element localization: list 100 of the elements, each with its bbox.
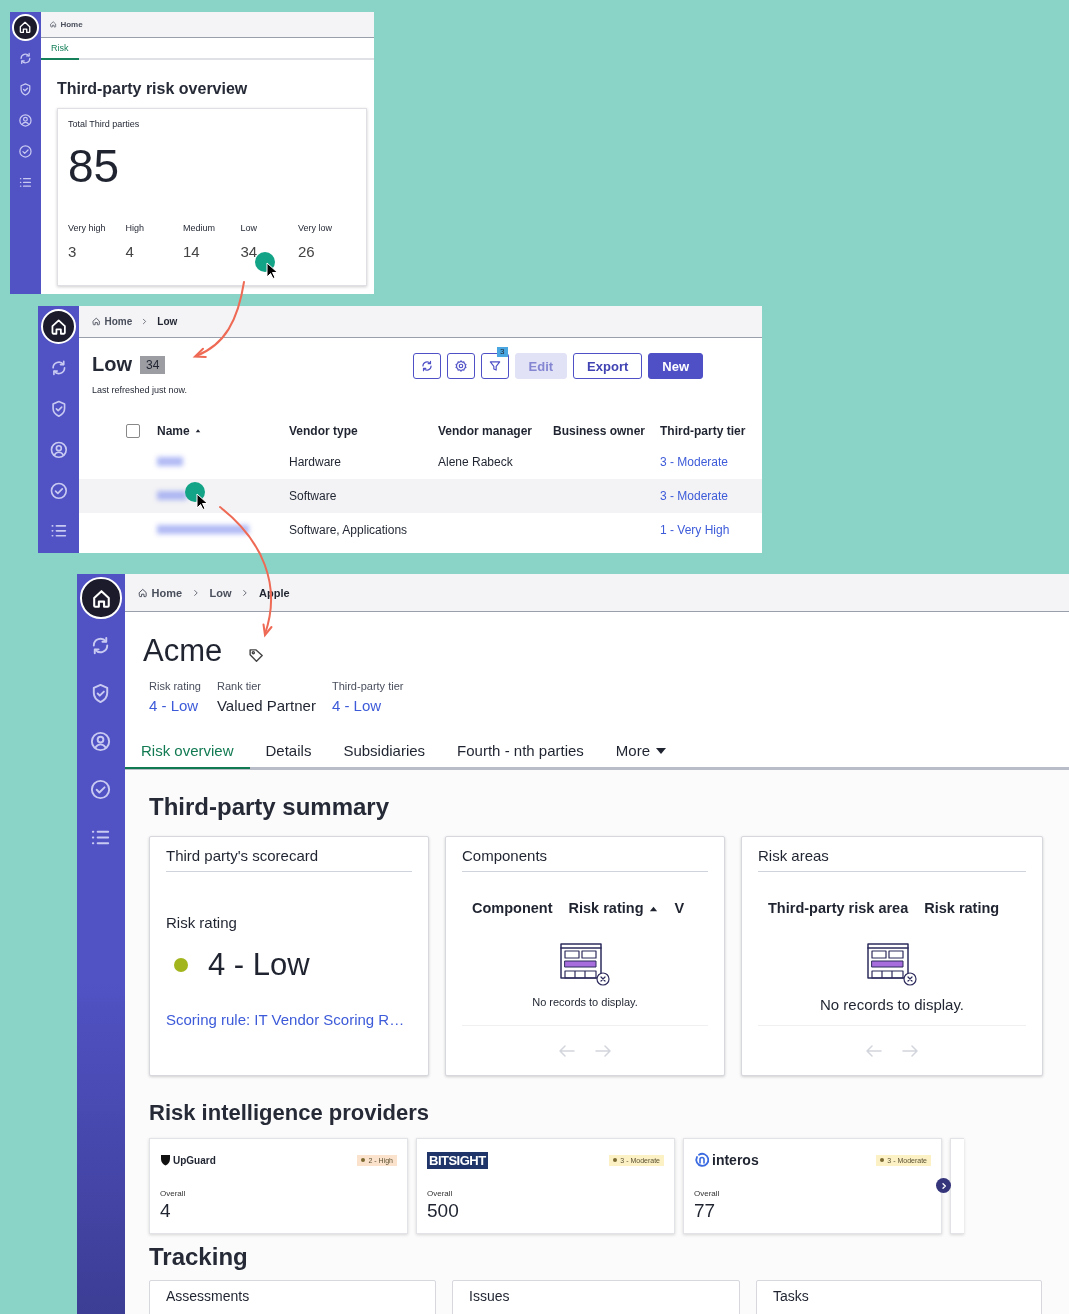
click-cursor-icon <box>255 252 278 279</box>
tag-icon[interactable] <box>248 646 266 664</box>
empty-message: No records to display. <box>531 996 639 1008</box>
column-header[interactable]: Third-party tier <box>660 424 746 438</box>
column-header[interactable]: Component <box>472 900 553 916</box>
refresh-status: Last refreshed just now. <box>92 385 188 395</box>
card-title: Third party's scorecard <box>166 837 412 872</box>
column-header[interactable]: Risk rating <box>924 900 1000 916</box>
shield-icon <box>160 1154 171 1166</box>
column-header[interactable]: Business owner <box>553 424 646 438</box>
card-title: Components <box>462 837 708 872</box>
home-icon <box>49 20 58 29</box>
table-cell: Hardware <box>289 455 342 469</box>
user-circle-icon <box>89 730 113 754</box>
table-cell: Software <box>289 489 337 503</box>
section-title: Tracking <box>149 1242 249 1272</box>
refresh-button[interactable] <box>412 353 441 379</box>
page-title: Acme <box>143 632 223 670</box>
home-icon <box>91 316 102 327</box>
total-count: 85 <box>68 143 121 189</box>
sidebar-item[interactable] <box>40 308 77 345</box>
tab[interactable]: Fourth - nth parties <box>441 734 600 769</box>
empty-message: No records to display. <box>819 996 965 1013</box>
tab[interactable]: Risk <box>41 38 79 60</box>
column-header[interactable]: Third-party risk area <box>768 900 909 916</box>
level-count[interactable]: 4 <box>125 243 134 260</box>
check-circle-icon <box>89 778 113 802</box>
field-label: Risk rating <box>149 680 201 692</box>
rating-label: Risk rating <box>166 914 238 931</box>
column-header[interactable]: V <box>674 900 685 916</box>
check-circle-icon <box>48 480 69 501</box>
table-cell: Alene Rabeck <box>438 455 513 469</box>
card-label: Total Third parties <box>68 119 141 129</box>
breadcrumb-link[interactable]: Low <box>209 586 232 599</box>
home-icon <box>137 586 149 599</box>
blurred-name <box>157 491 187 500</box>
level-label: Low <box>240 223 258 233</box>
sync-icon <box>18 51 33 66</box>
level-count[interactable]: 14 <box>183 243 200 260</box>
sidebar-item[interactable] <box>80 577 122 619</box>
field-label: Rank tier <box>216 680 262 692</box>
settings-icon <box>453 359 468 373</box>
check-circle-icon <box>18 143 33 159</box>
score-label: Overall <box>160 1189 187 1198</box>
score-label: Overall <box>427 1189 454 1198</box>
breadcrumb-link[interactable]: Home <box>49 20 83 29</box>
level-label: High <box>125 223 145 233</box>
provider-name: interos <box>712 1152 759 1168</box>
level-label: Medium <box>183 223 216 233</box>
sidebar-item[interactable] <box>12 14 39 41</box>
checkbox[interactable] <box>126 424 140 438</box>
section-title: Risk intelligence providers <box>149 1099 430 1127</box>
field-link[interactable]: 4 - Low <box>331 697 404 714</box>
score-label: Overall <box>694 1189 721 1198</box>
table-cell: Software, Applications <box>289 523 408 537</box>
level-count[interactable]: 26 <box>298 243 315 260</box>
filter-count-badge: 3 <box>497 347 508 357</box>
breadcrumb-link[interactable]: Home <box>137 586 183 599</box>
toolbar-button[interactable]: Export <box>573 353 643 379</box>
column-header[interactable]: Risk rating <box>568 900 659 916</box>
card-title: Tasks <box>773 1288 809 1304</box>
breadcrumb-link[interactable]: Home <box>91 316 133 327</box>
tab[interactable]: Subsidiaries <box>327 734 442 769</box>
caret-down-icon <box>656 747 667 754</box>
filter-icon <box>487 359 502 373</box>
column-header[interactable]: Vendor type <box>289 424 358 438</box>
user-circle-icon <box>18 112 33 128</box>
page-title: Third-party risk overview <box>57 80 249 98</box>
user-circle-icon <box>48 439 69 460</box>
tab[interactable]: Details <box>249 734 328 769</box>
column-header[interactable]: Vendor manager <box>438 424 533 438</box>
chevron-icon <box>939 1181 948 1190</box>
blurred-name <box>157 457 183 466</box>
ring-icon <box>694 1152 710 1168</box>
card-title: Issues <box>469 1288 510 1304</box>
level-count[interactable]: 34 <box>240 243 258 260</box>
tier-link[interactable]: 1 - Very High <box>660 523 730 537</box>
scoring-rule-link[interactable]: Scoring rule: IT Vendor Scoring R… <box>166 1011 412 1028</box>
filter-button[interactable] <box>480 353 509 379</box>
column-header[interactable]: Name <box>157 424 202 438</box>
refresh-icon <box>419 359 434 373</box>
empty-table-icon <box>559 942 611 986</box>
tier-link[interactable]: 3 - Moderate <box>660 489 729 503</box>
settings-button[interactable] <box>446 353 475 379</box>
field-link[interactable]: 4 - Low <box>149 697 201 714</box>
breadcrumb-current: Low <box>157 316 178 327</box>
toolbar-button[interactable]: New <box>648 353 703 379</box>
rating-value: 4 - Low <box>208 947 310 983</box>
level-count[interactable]: 3 <box>68 243 77 260</box>
card-title: Risk areas <box>758 837 1026 872</box>
section-title: Third-party summary <box>149 792 391 822</box>
tab[interactable]: More <box>599 734 683 769</box>
empty-table-icon <box>866 942 918 986</box>
count-badge: 34 <box>140 355 166 374</box>
field-value: Valued Partner <box>216 697 316 714</box>
field-label: Third-party tier <box>331 680 404 692</box>
tier-link[interactable]: 3 - Moderate <box>660 455 729 469</box>
score-value: 4 <box>160 1200 172 1222</box>
page-title: Low <box>92 353 132 376</box>
provider-name: UpGuard <box>173 1154 216 1166</box>
